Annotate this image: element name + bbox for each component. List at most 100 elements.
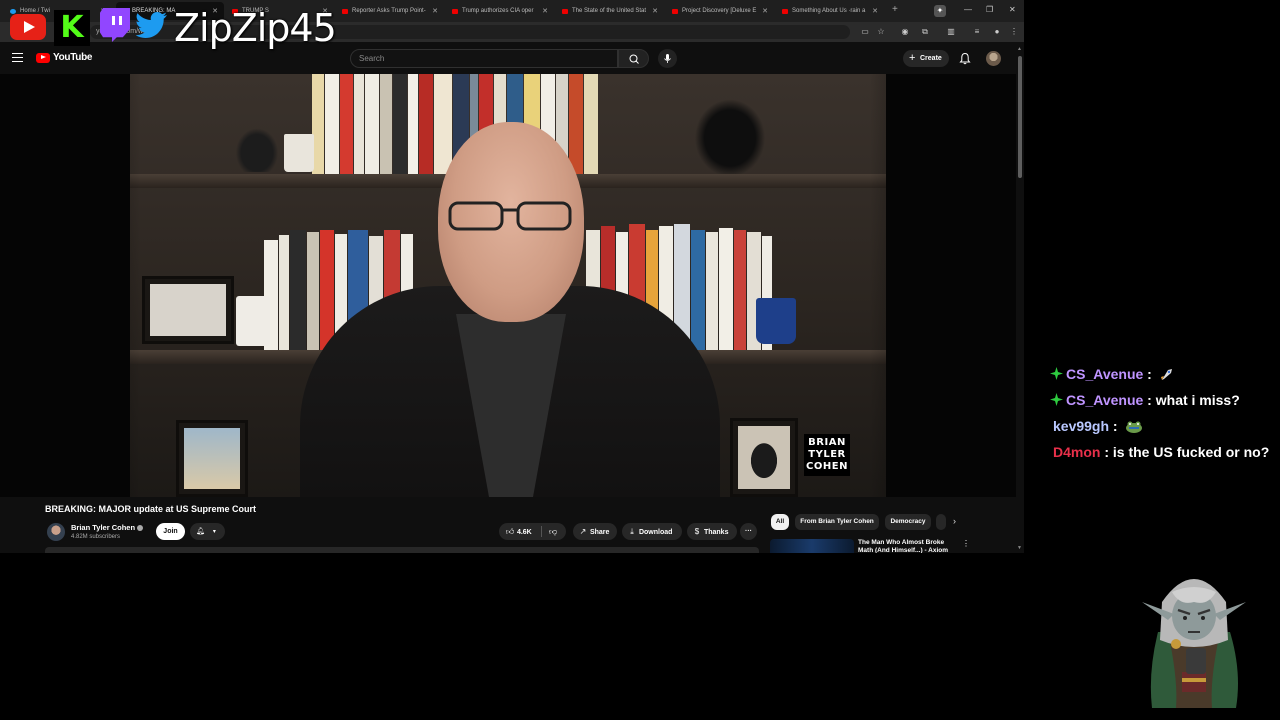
channel-avatar[interactable] <box>47 523 65 541</box>
voice-search-button[interactable] <box>658 49 677 68</box>
scroll-down-arrow-icon[interactable]: ▼ <box>1017 545 1022 551</box>
chat-username[interactable]: CS_Avenue <box>1066 392 1143 408</box>
octopus-statue <box>232 124 282 172</box>
chip-overflow[interactable] <box>936 514 946 530</box>
like-button[interactable]: 👍︎ 4.6K 👎︎ <box>499 523 566 540</box>
microphone-icon <box>664 54 671 63</box>
close-icon[interactable]: ✕ <box>872 7 878 15</box>
verified-icon <box>137 525 144 531</box>
search-button[interactable] <box>618 49 649 68</box>
prime-badge-icon <box>1050 367 1063 380</box>
mug-top <box>284 134 314 172</box>
chat-message: CS_Avenue : <box>1050 366 1175 382</box>
close-icon[interactable]: ✕ <box>762 7 768 15</box>
close-icon[interactable]: ✕ <box>652 7 658 15</box>
youtube-icon <box>342 8 348 14</box>
chevron-down-icon: ▾ <box>212 529 216 535</box>
side-panel-icon[interactable]: ▥ <box>946 27 956 37</box>
description-box[interactable] <box>45 547 759 553</box>
chat-username[interactable]: CS_Avenue <box>1066 366 1143 382</box>
youtube-icon <box>452 8 458 14</box>
close-icon[interactable]: ✕ <box>432 7 438 15</box>
youtube-logo-icon <box>10 14 46 40</box>
channel-name[interactable]: Brian Tyler Cohen <box>71 523 144 532</box>
more-actions-button[interactable]: ··· <box>740 523 757 540</box>
search-placeholder: Search <box>359 54 385 63</box>
new-tab-icon[interactable]: + <box>892 4 898 15</box>
chip-from-channel[interactable]: From Brian Tyler Cohen <box>795 514 879 530</box>
download-label: Download <box>638 529 673 536</box>
recommendation-title[interactable]: The Man Who Almost Broke Math (And Himse… <box>858 539 958 553</box>
browser-menu-icon[interactable]: ⋮ <box>1009 27 1019 37</box>
scroll-up-arrow-icon[interactable]: ▲ <box>1017 46 1022 52</box>
recommendation-thumbnail[interactable] <box>770 539 854 553</box>
chat-text: what i miss? <box>1155 392 1240 408</box>
bookmark-star-icon[interactable]: ☆ <box>876 27 886 37</box>
restore-icon[interactable]: ❐ <box>986 5 993 14</box>
horse-statue <box>690 94 770 174</box>
subscription-bell-button[interactable]: 🔔︎ ▾ <box>190 523 225 540</box>
tab-label: Project Discovery [Deluxe E <box>682 8 757 14</box>
search-icon <box>629 54 639 64</box>
tab-label: Reporter Asks Trump Point- <box>352 8 426 14</box>
glasses-shape <box>448 201 572 231</box>
download-button[interactable]: ⤓ Download <box>622 523 682 540</box>
create-button[interactable]: Create <box>903 50 949 67</box>
twitch-logo-icon <box>100 8 130 42</box>
mug-blue <box>756 298 796 344</box>
youtube-logo-text: YouTube <box>53 52 93 63</box>
tab-project[interactable]: Project Discovery [Deluxe E ✕ <box>666 2 774 20</box>
youtube-logo[interactable]: YouTube <box>36 52 93 63</box>
extension-badge-icon[interactable]: ◉ <box>900 27 910 37</box>
share-icon: ↗ <box>579 527 587 536</box>
bell-icon: 🔔︎ <box>196 528 205 535</box>
share-button[interactable]: ↗ Share <box>573 523 617 540</box>
tab-search-icon[interactable]: ≡ <box>972 27 982 37</box>
cast-icon[interactable]: ▭ <box>860 27 870 37</box>
stream-overlay: K ZipZip45 <box>0 0 340 50</box>
tab-cia[interactable]: Trump authorizes CIA oper ✕ <box>446 2 554 20</box>
picture-frame-puppy <box>730 418 798 497</box>
subscriber-count: 4.82M subscribers <box>71 534 121 540</box>
chat-message: CS_Avenue : what i miss? <box>1050 392 1240 408</box>
more-vertical-icon[interactable]: ⋮ <box>962 539 970 548</box>
chat-username[interactable]: D4mon <box>1053 444 1100 460</box>
twitter-bird-icon <box>136 12 167 38</box>
browser-window: Home / Twi ✕ BREAKING: MA ✕ TRUMP S ✕ Re… <box>0 0 1024 553</box>
thumbs-up-icon: 👍︎ <box>505 527 515 536</box>
thanks-label: Thanks <box>703 529 729 536</box>
chevron-right-icon[interactable]: › <box>953 516 956 526</box>
extension-icon[interactable]: ✦ <box>934 5 946 17</box>
chat-message: D4mon : is the US fucked or no? <box>1053 444 1270 460</box>
tab-state[interactable]: The State of the United Stat ✕ <box>556 2 664 20</box>
thumbs-down-icon[interactable]: 👎︎ <box>548 523 558 540</box>
close-icon[interactable]: ✕ <box>542 7 548 15</box>
download-icon: ⤓ <box>630 527 634 536</box>
join-button[interactable]: Join <box>156 523 185 540</box>
tab-label: Something About Us ·rain a <box>792 8 866 14</box>
share-label: Share <box>589 529 610 536</box>
profile-icon[interactable]: ● <box>992 27 1002 37</box>
video-title: BREAKING: MAJOR update at US Supreme Cou… <box>45 504 257 514</box>
chip-all[interactable]: All <box>771 514 789 530</box>
tab-something[interactable]: Something About Us ·rain a ✕ <box>776 2 884 20</box>
close-window-icon[interactable]: ✕ <box>1009 5 1016 14</box>
prime-badge-icon <box>1050 393 1063 406</box>
like-count: 4.6K <box>516 529 532 536</box>
account-avatar[interactable] <box>986 51 1001 66</box>
search-input[interactable]: Search <box>350 49 618 68</box>
youtube-logo-icon <box>36 52 50 63</box>
chat-username[interactable]: kev99gh <box>1053 418 1109 434</box>
youtube-icon <box>782 8 788 14</box>
video-player[interactable]: BRIAN TYLER COHEN <box>0 74 1016 497</box>
picture-frame-dog <box>142 276 234 344</box>
thanks-button[interactable]: $ Thanks <box>687 523 737 540</box>
extensions-icon[interactable]: ⧉ <box>920 27 930 37</box>
scrollbar-thumb[interactable] <box>1018 56 1022 178</box>
menu-icon[interactable] <box>12 53 23 62</box>
mug-democracy <box>236 296 270 346</box>
tab-reporter[interactable]: Reporter Asks Trump Point- ✕ <box>336 2 444 20</box>
notifications-bell-icon[interactable] <box>959 52 971 65</box>
chip-democracy[interactable]: Democracy <box>885 514 931 530</box>
minimize-icon[interactable]: — <box>964 5 972 14</box>
